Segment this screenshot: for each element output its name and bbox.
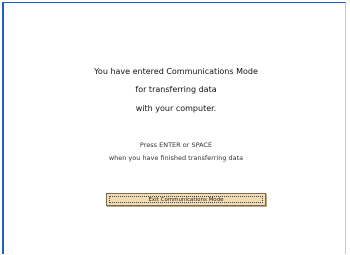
status-message-line-1: You have entered Communications Mode [94,67,258,76]
status-message-line-2: for transferring data [135,85,217,94]
instruction-line-1: Press ENTER or SPACE [139,141,213,149]
exit-communications-mode-button[interactable]: Exit Communications Mode [106,193,266,206]
instruction-line-2: when you have finished transferring data [108,154,244,162]
exit-button-label: Exit Communications Mode [148,196,224,203]
status-message-line-3: with your computer. [135,104,217,113]
communications-mode-window: You have entered Communications Mode for… [2,2,346,254]
